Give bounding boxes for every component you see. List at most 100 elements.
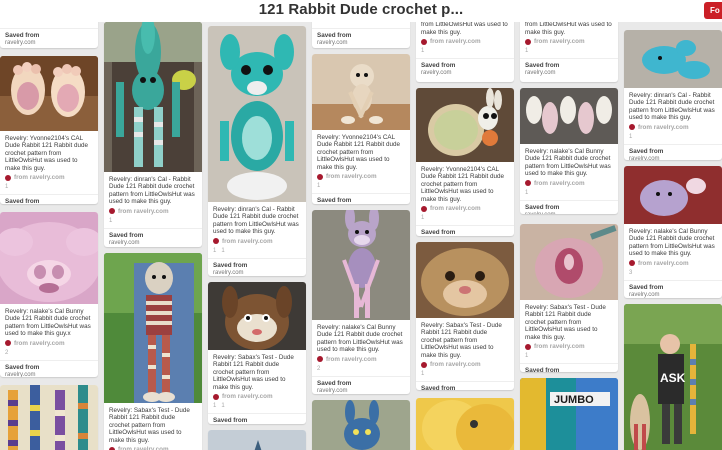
follow-button[interactable]: Fo [704, 2, 722, 19]
pin-image[interactable] [0, 385, 98, 450]
saved-from: Saved from ravelry.com [520, 363, 618, 372]
pin-source[interactable]: from ravelry.com [421, 361, 509, 368]
saved-from-label: Saved from [317, 32, 352, 39]
pin-source[interactable]: from ravelry.com [421, 205, 509, 212]
repin-count: 1 [5, 184, 9, 191]
pin-stats: 1 [421, 48, 509, 54]
pin-source[interactable]: from ravelry.com [109, 446, 197, 450]
pin-source[interactable]: from ravelry.com [5, 340, 93, 347]
source-domain[interactable]: ravelry.com [629, 292, 717, 298]
source-domain[interactable]: ravelry.com [317, 388, 405, 394]
source-domain[interactable]: ravelry.com [317, 40, 405, 46]
ravelry-icon [5, 340, 11, 347]
pin-source[interactable]: from ravelry.com [5, 174, 93, 181]
brown-bunny-closeup-photo [416, 242, 514, 318]
pin-source[interactable]: from ravelry.com [421, 38, 509, 45]
pin-image[interactable] [416, 242, 514, 318]
pin-card[interactable] [416, 398, 514, 450]
turquoise-rabbit-photo [208, 26, 306, 202]
pin-source[interactable]: from ravelry.com [525, 180, 613, 187]
saved-from-label: Saved from [421, 385, 456, 390]
brown-bunny-face-photo [208, 282, 306, 350]
pin-card[interactable]: Revelry: Sabax's Test - Dude Rabbit 121 … [520, 224, 618, 372]
pin-image[interactable] [104, 22, 202, 172]
pin-image[interactable] [312, 400, 410, 450]
repin-count: 3 [629, 269, 633, 276]
source-domain[interactable]: ravelry.com [525, 70, 613, 76]
pin-stats: 1 [525, 353, 613, 359]
pink-bunny-face-photo [0, 212, 98, 304]
pin-image[interactable] [416, 88, 514, 162]
pin-card[interactable]: Revelry: dinran's Cal - Rabbit Dude 121 … [624, 30, 722, 160]
pin-image[interactable] [208, 282, 306, 350]
pin-image[interactable] [208, 26, 306, 202]
pin-card[interactable]: Revelry: Yvonne2104's CAL Dude Rabbit 12… [416, 88, 514, 236]
pin-source-label: from ravelry.com [638, 259, 689, 267]
pin-source-label: from ravelry.com [326, 173, 377, 181]
pin-image[interactable] [312, 210, 410, 320]
source-domain[interactable]: ravelry.com [109, 240, 197, 246]
pin-card[interactable]: JUMBO [520, 378, 618, 450]
saved-from: Saved from ravelry.com [520, 58, 618, 80]
pin-image[interactable] [624, 30, 722, 88]
source-domain[interactable]: ravelry.com [213, 270, 301, 276]
yellow-yarn-photo [416, 398, 514, 450]
green-rabbit-chair-photo [104, 22, 202, 172]
pin-card[interactable]: Revelry: dinran's Cal - Rabbit Dude 121 … [208, 26, 306, 276]
saved-from: Saved from ravelry.com [416, 225, 514, 236]
pin-card[interactable] [0, 385, 98, 450]
pin-card[interactable] [208, 430, 306, 450]
pin-source-label: from ravelry.com [430, 205, 481, 213]
pin-image[interactable] [0, 56, 98, 131]
pin-source[interactable]: from ravelry.com [525, 343, 613, 350]
pin-card[interactable] [312, 400, 410, 450]
striped-rabbit-garden-photo [104, 253, 202, 403]
pin-image[interactable] [312, 54, 410, 130]
source-domain[interactable]: ravelry.com [629, 156, 717, 160]
source-domain[interactable]: ravelry.com [525, 212, 613, 214]
pin-image[interactable] [520, 224, 618, 300]
source-domain[interactable]: ravelry.com [421, 70, 509, 76]
pin-image[interactable] [0, 212, 98, 304]
pin-image[interactable]: ASK [624, 304, 722, 450]
pin-card[interactable]: Revelry: Sabax's Test - Dude Rabbit 121 … [208, 282, 306, 424]
pin-description: Revelry: nalake's Cal Bunny Dude 121 Rab… [5, 308, 91, 338]
pin-card[interactable]: Revelry: nalake's Cal Bunny Dude 121 Rab… [312, 210, 410, 394]
source-domain[interactable]: ravelry.com [5, 372, 93, 377]
pin-image[interactable] [520, 88, 618, 144]
pin-card[interactable]: Revelry: Yvonne2104's CAL Dude Rabbit 12… [0, 56, 98, 204]
pin-source-label: from ravelry.com [430, 38, 481, 46]
pin-image[interactable] [416, 398, 514, 450]
blue-rabbit-lying-photo [624, 30, 722, 88]
saved-from: Saved from ravelry.com [520, 199, 618, 214]
pin-card[interactable]: Revelry: dinran's Cal - Rabbit Dude 121 … [104, 22, 202, 247]
pin-image[interactable] [208, 430, 306, 450]
repin-count: 1 [525, 48, 529, 55]
saved-from-label: Saved from [629, 147, 664, 155]
pin-stats: 1 [421, 215, 509, 221]
pin-source[interactable]: from ravelry.com [629, 260, 717, 267]
pin-card[interactable]: Revelry: Sabax's Test - Dude Rabbit 121 … [104, 253, 202, 450]
pin-card[interactable]: Revelry: nalake's Cal Bunny Dude 121 Rab… [520, 88, 618, 214]
pin-card[interactable]: Revelry: nalake's Cal Bunny Dude 121 Rab… [0, 212, 98, 377]
saved-from: Saved from ravelry.com [416, 58, 514, 80]
pin-card[interactable]: ASK [624, 304, 722, 450]
ravelry-icon [629, 260, 635, 267]
source-domain[interactable]: ravelry.com [5, 40, 93, 46]
pin-source[interactable]: from ravelry.com [629, 124, 717, 131]
pin-card[interactable]: Revelry: nalake's Cal Bunny Dude 121 Rab… [624, 166, 722, 298]
pin-source[interactable]: from ravelry.com [525, 38, 613, 45]
pin-image[interactable]: JUMBO [520, 378, 618, 450]
pin-card[interactable]: Revelry: Sabax's Test - Dude Rabbit 121 … [416, 242, 514, 390]
pin-description: Revelry: nalake's Cal Bunny Dude 121 Rab… [525, 148, 611, 178]
pin-source[interactable]: from ravelry.com [317, 356, 405, 363]
pin-image[interactable] [104, 253, 202, 403]
ravelry-icon [213, 393, 219, 400]
pin-source[interactable]: from ravelry.com [213, 393, 301, 400]
pin-source[interactable]: from ravelry.com [109, 208, 197, 215]
pin-card[interactable]: Revelry: Yvonne2104's CAL Dude Rabbit 12… [312, 54, 410, 204]
pin-source[interactable]: from ravelry.com [213, 238, 301, 245]
pin-image[interactable] [624, 166, 722, 224]
repin-count: 1 [525, 189, 529, 196]
pin-source[interactable]: from ravelry.com [317, 173, 405, 180]
